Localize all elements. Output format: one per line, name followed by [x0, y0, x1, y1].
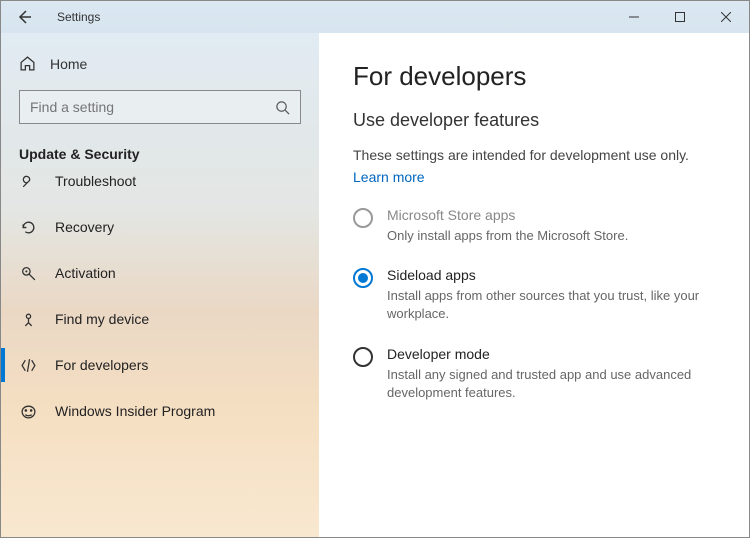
radio-sublabel: Only install apps from the Microsoft Sto…: [387, 227, 628, 245]
close-button[interactable]: [703, 1, 749, 33]
developer-mode-options: Microsoft Store apps Only install apps f…: [353, 207, 715, 402]
window-title: Settings: [47, 10, 100, 24]
radio-label: Sideload apps: [387, 267, 715, 283]
radio-microsoft-store-apps[interactable]: Microsoft Store apps Only install apps f…: [353, 207, 715, 245]
search-icon: [275, 100, 290, 115]
recovery-icon: [19, 218, 37, 236]
learn-more-link[interactable]: Learn more: [353, 169, 425, 185]
sidebar-item-for-developers[interactable]: For developers: [1, 342, 319, 388]
radio-sublabel: Install apps from other sources that you…: [387, 287, 715, 323]
sidebar-item-label: Recovery: [55, 219, 114, 235]
sidebar-item-label: Activation: [55, 265, 116, 281]
sidebar-item-label: Windows Insider Program: [55, 403, 215, 419]
page-description: These settings are intended for developm…: [353, 147, 715, 163]
back-button[interactable]: [1, 1, 47, 33]
sidebar-section-title: Update & Security: [1, 146, 319, 168]
sidebar-item-label: Troubleshoot: [55, 173, 136, 189]
sidebar-item-insider[interactable]: Windows Insider Program: [1, 388, 319, 434]
radio-developer-mode[interactable]: Developer mode Install any signed and tr…: [353, 346, 715, 402]
troubleshoot-icon: [19, 172, 37, 190]
window-controls: [611, 1, 749, 33]
minimize-button[interactable]: [611, 1, 657, 33]
developers-icon: [19, 356, 37, 374]
home-icon: [19, 55, 36, 72]
sidebar-item-find-my-device[interactable]: Find my device: [1, 296, 319, 342]
sidebar-item-label: Find my device: [55, 311, 149, 327]
radio-circle-icon: [353, 347, 373, 367]
search-box[interactable]: [19, 90, 301, 124]
radio-sublabel: Install any signed and trusted app and u…: [387, 366, 715, 402]
search-input[interactable]: [30, 99, 275, 115]
sidebar-item-troubleshoot[interactable]: Troubleshoot: [1, 168, 319, 204]
radio-sideload-apps[interactable]: Sideload apps Install apps from other so…: [353, 267, 715, 323]
sidebar-home-label: Home: [50, 56, 87, 72]
insider-icon: [19, 402, 37, 420]
activation-icon: [19, 264, 37, 282]
page-subtitle: Use developer features: [353, 110, 715, 131]
maximize-button[interactable]: [657, 1, 703, 33]
nav-list: Troubleshoot Recovery Activation Find my…: [1, 168, 319, 537]
radio-label: Developer mode: [387, 346, 715, 362]
content-pane: For developers Use developer features Th…: [319, 33, 749, 537]
sidebar-item-label: For developers: [55, 357, 148, 373]
titlebar: Settings: [1, 1, 749, 33]
sidebar-item-activation[interactable]: Activation: [1, 250, 319, 296]
radio-circle-icon: [353, 208, 373, 228]
find-device-icon: [19, 310, 37, 328]
sidebar-item-recovery[interactable]: Recovery: [1, 204, 319, 250]
page-title: For developers: [353, 61, 715, 92]
radio-circle-icon: [353, 268, 373, 288]
radio-label: Microsoft Store apps: [387, 207, 628, 223]
sidebar: Home Update & Security Troubleshoot Reco…: [1, 33, 319, 537]
sidebar-home[interactable]: Home: [1, 55, 319, 90]
